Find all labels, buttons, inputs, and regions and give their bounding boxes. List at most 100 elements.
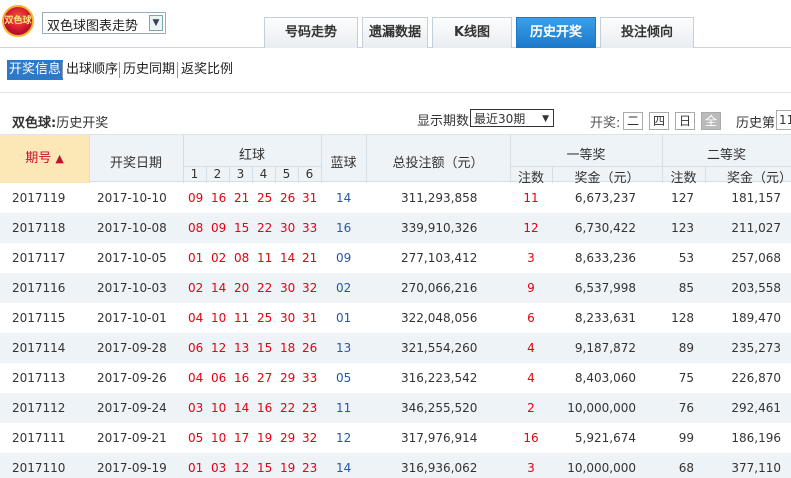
red-ball: 14 xyxy=(280,251,296,265)
history-issue-input[interactable]: 11 xyxy=(776,110,791,130)
red-ball: 06 xyxy=(211,371,227,385)
table-row[interactable]: 2017113 2017-09-26 04 06 16 27 29 33 05 … xyxy=(0,363,791,393)
header-red-pos: 2 xyxy=(213,167,222,181)
red-ball: 15 xyxy=(234,221,250,235)
header-date: 开奖日期 xyxy=(109,156,162,171)
lottery-select[interactable]: 双色球图表走势 ▼ xyxy=(42,12,166,34)
red-ball: 31 xyxy=(302,311,318,325)
red-ball: 15 xyxy=(257,461,273,475)
red-ball: 11 xyxy=(257,251,273,265)
chevron-down-icon[interactable]: ▼ xyxy=(149,15,163,31)
submenu-history-same[interactable]: 历史同期 xyxy=(121,60,177,80)
tab-bet-tendency[interactable]: 投注倾向 xyxy=(600,17,694,48)
red-ball: 08 xyxy=(188,221,204,235)
red-ball: 10 xyxy=(211,431,227,445)
caret-down-icon[interactable]: ▼ xyxy=(542,110,549,128)
red-ball: 14 xyxy=(234,401,250,415)
header-issue[interactable]: 期号 ▲ xyxy=(0,135,89,183)
submenu-draw-info[interactable]: 开奖信息 xyxy=(7,60,64,80)
red-ball: 16 xyxy=(211,191,227,205)
table-row[interactable]: 2017111 2017-09-21 05 10 17 19 29 32 12 … xyxy=(0,423,791,453)
period-label: 显示期数 xyxy=(417,114,470,129)
red-ball: 02 xyxy=(188,281,204,295)
red-ball: 31 xyxy=(302,191,318,205)
red-ball: 10 xyxy=(211,401,227,415)
red-ball: 26 xyxy=(280,191,296,205)
lottery-logo[interactable]: 双色球 xyxy=(2,5,34,37)
blue-ball: 05 xyxy=(336,371,352,385)
red-ball: 32 xyxy=(302,431,318,445)
red-ball: 19 xyxy=(257,431,273,445)
red-ball: 06 xyxy=(188,341,204,355)
submenu-divider xyxy=(177,62,178,78)
red-ball: 30 xyxy=(280,221,296,235)
day-filter-tue[interactable]: 二 xyxy=(623,112,643,130)
red-ball: 30 xyxy=(280,311,296,325)
header-red-pos: 6 xyxy=(305,167,314,181)
submenu-divider xyxy=(119,62,120,78)
table-row[interactable]: 2017115 2017-10-01 04 10 11 25 30 31 01 … xyxy=(0,303,791,333)
header-total-bet: 总投注额（元） xyxy=(392,156,484,171)
blue-ball: 14 xyxy=(336,191,352,205)
table-row[interactable]: 2017119 2017-10-10 09 16 21 25 26 31 14 … xyxy=(0,183,791,213)
red-ball: 01 xyxy=(188,251,204,265)
period-select[interactable]: 最近30期 ▼ xyxy=(470,109,554,127)
red-ball: 14 xyxy=(211,281,227,295)
red-ball: 21 xyxy=(234,191,250,205)
table-row[interactable]: 2017117 2017-10-05 01 02 08 11 14 21 09 … xyxy=(0,243,791,273)
blue-ball: 11 xyxy=(336,401,352,415)
table-row[interactable]: 2017116 2017-10-03 02 14 20 22 30 32 02 … xyxy=(0,273,791,303)
red-ball: 23 xyxy=(302,461,318,475)
header-red-pos: 4 xyxy=(259,167,268,181)
tab-number-trend[interactable]: 号码走势 xyxy=(264,17,358,48)
red-ball: 18 xyxy=(280,341,296,355)
red-ball: 03 xyxy=(188,401,204,415)
red-ball: 12 xyxy=(211,341,227,355)
red-ball: 32 xyxy=(302,281,318,295)
day-filter-all[interactable]: 全 xyxy=(701,112,721,130)
blue-ball: 02 xyxy=(336,281,352,295)
submenu-return-ratio[interactable]: 返奖比例 xyxy=(179,60,235,80)
table-row[interactable]: 2017110 2017-09-19 01 03 12 15 19 23 14 … xyxy=(0,453,791,478)
table-row[interactable]: 2017114 2017-09-28 06 12 13 15 18 26 13 … xyxy=(0,333,791,363)
tab-missing-data[interactable]: 遗漏数据 xyxy=(362,17,428,48)
header-red-pos: 3 xyxy=(236,167,245,181)
day-filter-sun[interactable]: 日 xyxy=(675,112,695,130)
submenu-ball-order[interactable]: 出球顺序 xyxy=(64,60,120,80)
tab-kline[interactable]: K线图 xyxy=(432,17,512,48)
filter-bar: 双色球:历史开奖 显示期数 最近30期 ▼ 开奖: 二 四 日 全 历史第 11 xyxy=(0,106,791,134)
tab-history-draw[interactable]: 历史开奖 xyxy=(516,17,596,48)
lottery-select-value: 双色球图表走势 xyxy=(47,19,139,34)
red-ball: 23 xyxy=(302,401,318,415)
period-select-value: 最近30期 xyxy=(474,112,526,126)
blue-ball: 14 xyxy=(336,461,352,475)
day-filter-thu[interactable]: 四 xyxy=(649,112,669,130)
red-ball: 09 xyxy=(211,221,227,235)
header-second-prize: 二等奖 xyxy=(706,148,746,163)
red-ball: 04 xyxy=(188,371,204,385)
red-ball: 33 xyxy=(302,371,318,385)
draw-day-label: 开奖: xyxy=(590,116,621,131)
table-row[interactable]: 2017118 2017-10-08 08 09 15 22 30 33 16 … xyxy=(0,213,791,243)
table-row[interactable]: 2017112 2017-09-24 03 10 14 16 22 23 11 … xyxy=(0,393,791,423)
table-header: 期号 ▲ 开奖日期 红球 1 2 3 4 5 6 蓝球 总投注额（元） 一等奖 … xyxy=(0,134,791,186)
red-ball: 11 xyxy=(234,311,250,325)
red-ball: 13 xyxy=(234,341,250,355)
blue-ball: 13 xyxy=(336,341,352,355)
red-ball: 22 xyxy=(257,281,273,295)
sort-up-icon: ▲ xyxy=(55,152,64,165)
red-ball: 10 xyxy=(211,311,227,325)
blue-ball: 01 xyxy=(336,311,352,325)
red-ball: 26 xyxy=(302,341,318,355)
red-ball: 30 xyxy=(280,281,296,295)
sub-menu: 开奖信息 出球顺序 历史同期 返奖比例 xyxy=(0,48,791,93)
red-ball: 04 xyxy=(188,311,204,325)
red-ball: 25 xyxy=(257,191,273,205)
red-ball: 01 xyxy=(188,461,204,475)
red-ball: 25 xyxy=(257,311,273,325)
red-ball: 16 xyxy=(257,401,273,415)
red-ball: 05 xyxy=(188,431,204,445)
red-ball: 16 xyxy=(234,371,250,385)
red-ball: 08 xyxy=(234,251,250,265)
header-blue-ball: 蓝球 xyxy=(330,156,357,171)
